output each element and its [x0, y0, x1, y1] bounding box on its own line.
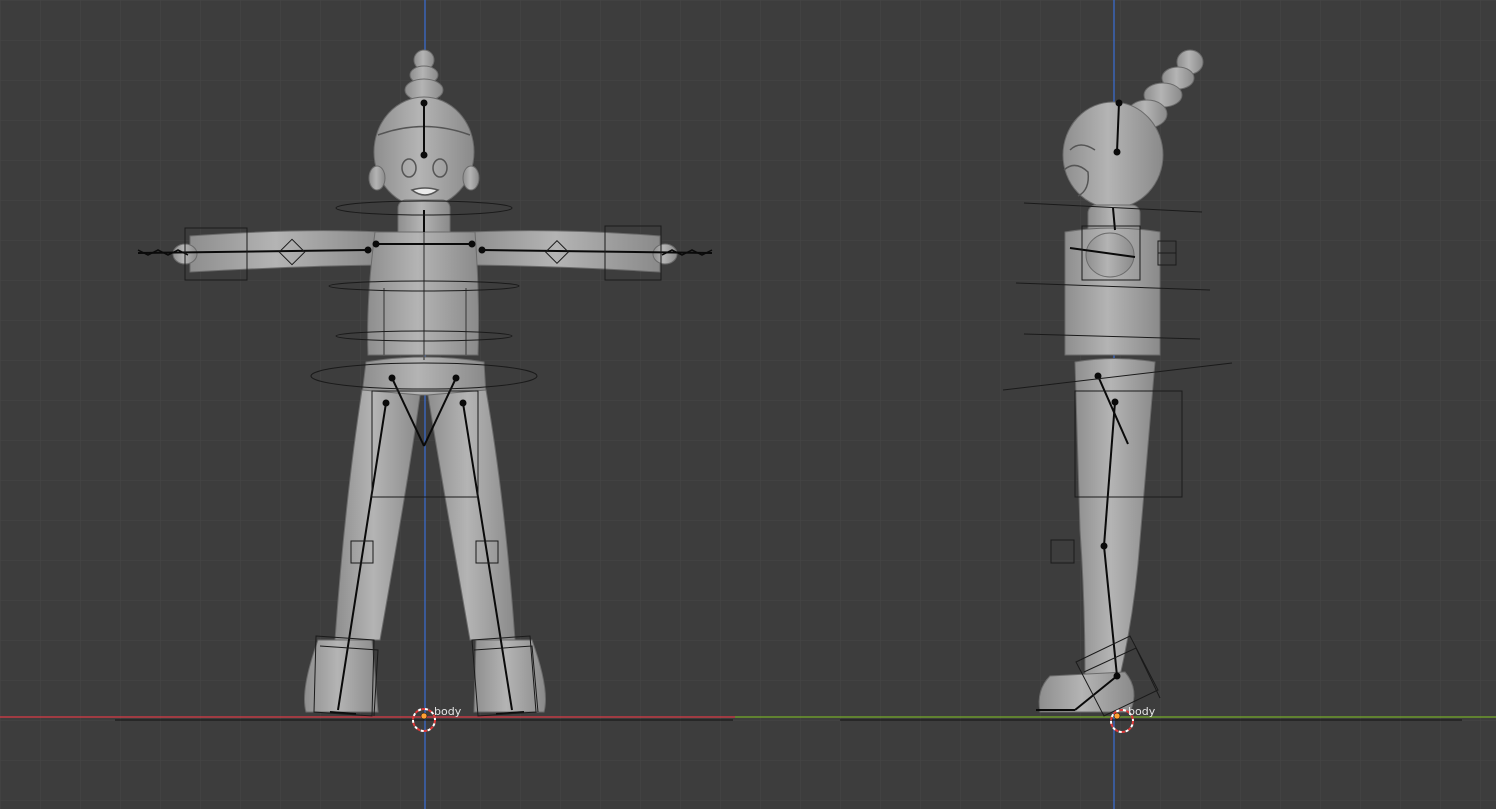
- origin-label-front: body: [434, 705, 462, 718]
- object-origin-icon-side: [1113, 712, 1121, 720]
- 3d-viewport[interactable]: body body: [0, 0, 1496, 809]
- viewport-canvas[interactable]: body body: [0, 0, 1496, 809]
- origin-label-side: body: [1128, 705, 1156, 718]
- floor-grid: [0, 0, 1496, 809]
- object-origin-icon: [420, 712, 428, 720]
